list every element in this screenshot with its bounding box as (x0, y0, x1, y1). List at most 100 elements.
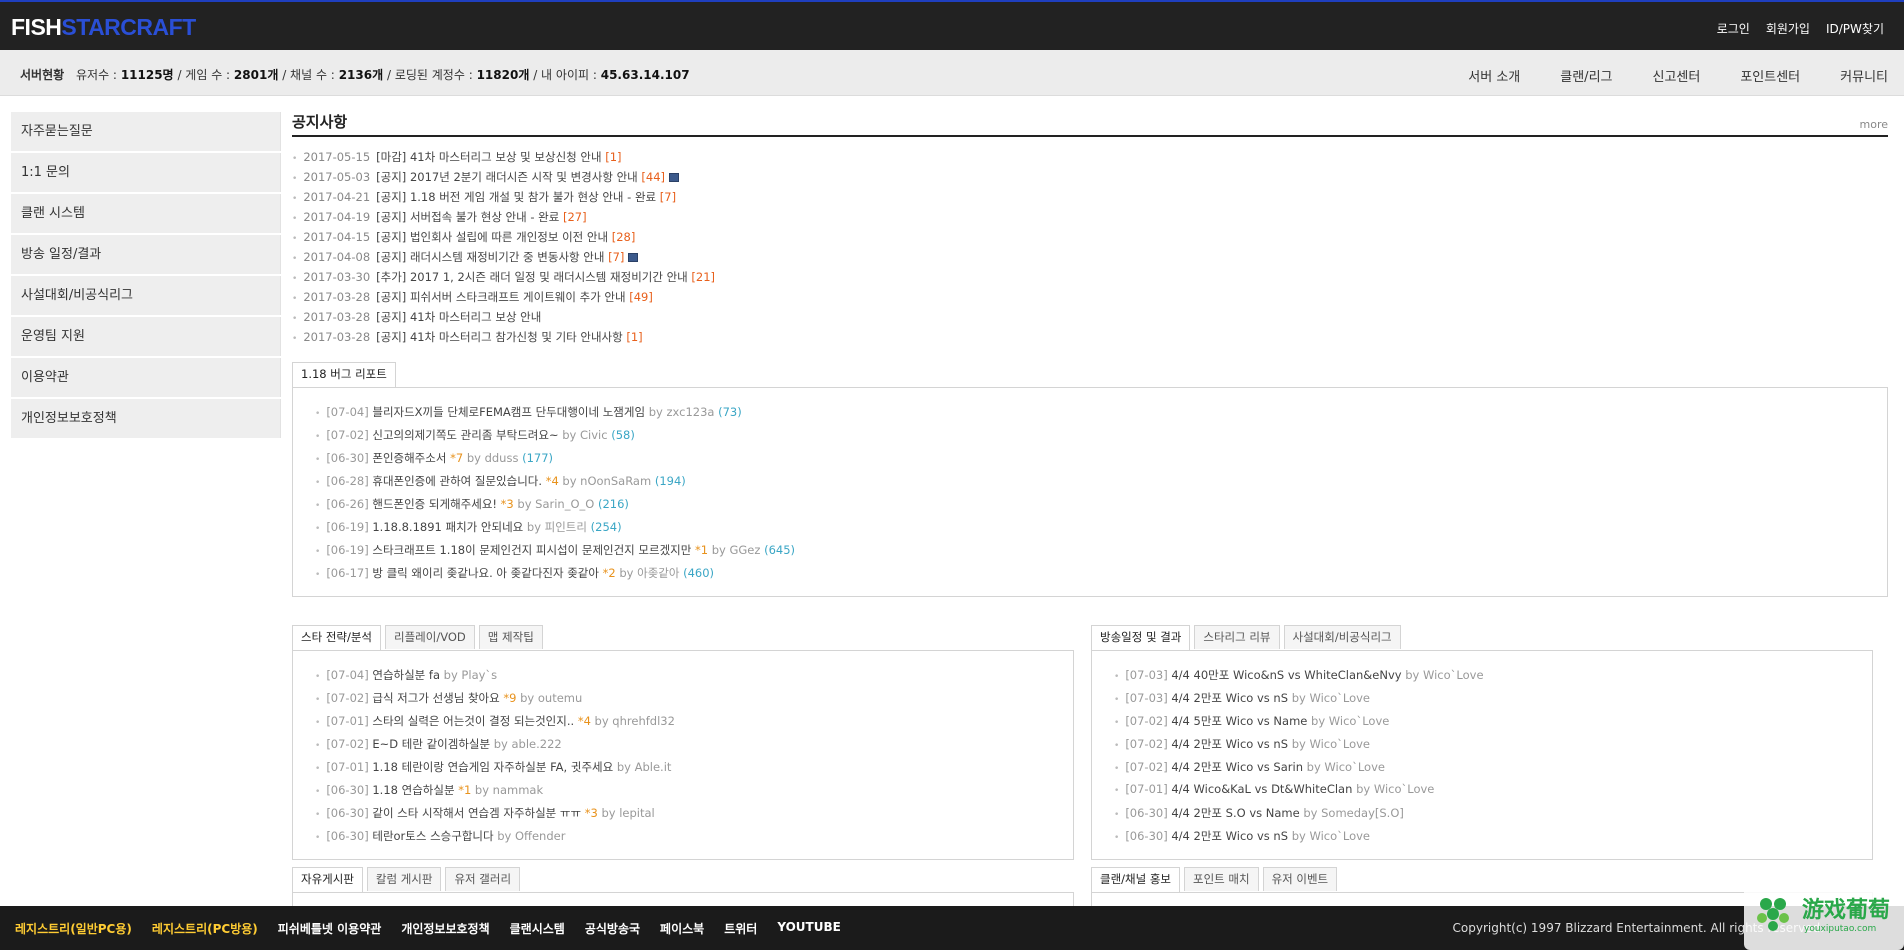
tab-map-tips[interactable]: 맵 제작팁 (478, 625, 543, 649)
item-author: by Wico`Love (1291, 691, 1370, 705)
item-link[interactable]: 연습하실분 fa (372, 668, 443, 682)
list-item: • [06-30] 4/4 2만포 Wico vs nS by Wico`Love (1114, 828, 1484, 851)
item-link[interactable]: 스타크래프트 1.18이 문제인건지 피시섭이 문제인건지 모르겠지만 (372, 543, 695, 557)
item-link[interactable]: 방 클릭 왜이리 좆같나요. 아 좆같다진자 좆같아 (372, 566, 602, 580)
site-logo[interactable]: FISHSTARCRAFT (11, 14, 196, 41)
footer-twitter[interactable]: 트위터 (724, 920, 757, 937)
item-author: by Wico`Love (1311, 714, 1390, 728)
footer-facebook[interactable]: 페이스북 (660, 920, 704, 937)
item-link[interactable]: 1.18 연습하실분 (372, 783, 458, 797)
sidebar-item-faq[interactable]: 자주묻는질문 (11, 112, 281, 151)
sidebar-item-staff-support[interactable]: 운영팀 지원 (11, 317, 281, 356)
item-date: [06-30] (1125, 806, 1172, 820)
item-link[interactable]: 휴대폰인증에 관하여 질문있습니다. (372, 474, 545, 488)
tab-user-gallery[interactable]: 유저 갤러리 (445, 867, 521, 891)
footer-privacy[interactable]: 개인정보보호정책 (401, 920, 489, 937)
games-label: / 게임 수 : (177, 68, 231, 82)
sidebar-item-clan-system[interactable]: 클랜 시스템 (11, 194, 281, 233)
item-link[interactable]: 4/4 2만포 Wico vs nS (1171, 829, 1291, 843)
item-link[interactable]: 테란or토스 스승구합니다 (372, 829, 497, 843)
footer-terms[interactable]: 피쉬베틀넷 이용약관 (278, 920, 382, 937)
item-link[interactable]: E~D 테란 같이겜하실분 (372, 737, 493, 751)
sidebar-item-inquiry[interactable]: 1:1 문의 (11, 153, 281, 192)
sidebar-item-privacy[interactable]: 개인정보보호정책 (11, 399, 281, 438)
notice-more-link[interactable]: more (1860, 118, 1889, 131)
tab-broadcast-results[interactable]: 방송일정 및 결과 (1091, 625, 1191, 650)
menu-server-intro[interactable]: 서버 소개 (1468, 66, 1520, 85)
bullet-icon: • (315, 455, 321, 465)
notice-date: 2017-03-28 (303, 310, 371, 324)
item-link[interactable]: 4/4 2만포 Wico vs nS (1171, 737, 1291, 751)
item-link[interactable]: 4/4 2만포 Wico vs nS (1171, 691, 1291, 705)
item-link[interactable]: 급식 저그가 선생님 찾아요 (372, 691, 503, 705)
notice-link[interactable]: [공지] 41차 마스터리그 참가신청 및 기타 안내사항 (376, 330, 626, 344)
item-link[interactable]: 4/4 Wico&KaL vs Dt&WhiteClan (1171, 782, 1356, 796)
free-board-tabs: 자유게시판 칼럼 게시판 유저 갤러리 (292, 867, 521, 892)
bug-report-list: • [07-04] 블리자드X끼들 단체로FEMA캠프 단두대행이네 노잼게임 b… (315, 404, 795, 588)
tab-strategy[interactable]: 스타 전략/분석 (292, 625, 382, 650)
item-link[interactable]: 신고의의제기쪽도 관리좀 부탁드려요~ (372, 428, 562, 442)
footer-registry-pc[interactable]: 레지스트리(일반PC용) (15, 920, 132, 937)
footer-broadcast[interactable]: 공식방송국 (585, 920, 640, 937)
item-link[interactable]: 1.18 테란이랑 연습게임 자주하실분 FA, 귓주세요 (372, 760, 616, 774)
notice-link[interactable]: [공지] 래더시스템 재정비기간 중 변동사항 안내 (376, 250, 608, 264)
tab-bug-report[interactable]: 1.18 버그 리포트 (292, 362, 396, 387)
menu-community[interactable]: 커뮤니티 (1840, 66, 1888, 85)
sidebar-item-terms[interactable]: 이용약관 (11, 358, 281, 397)
bullet-icon: • (315, 741, 321, 751)
find-id-pw-link[interactable]: ID/PW찾기 (1826, 20, 1884, 37)
notice-link[interactable]: [공지] 법인회사 설립에 따른 개인정보 이전 안내 (376, 230, 612, 244)
bullet-icon: • (292, 254, 298, 264)
tab-replay-vod[interactable]: 리플레이/VOD (385, 625, 475, 649)
item-link[interactable]: 4/4 40만포 Wico&nS vs WhiteClan&eNvy (1171, 668, 1405, 682)
notice-link[interactable]: [공지] 서버접속 불가 현상 안내 - 완료 (376, 210, 563, 224)
notice-link[interactable]: [마감] 41차 마스터리그 보상 및 보상신청 안내 (376, 150, 605, 164)
item-link[interactable]: 스타의 실력은 어는것이 결정 되는것인지.. (372, 714, 577, 728)
menu-report-center[interactable]: 신고센터 (1653, 66, 1701, 85)
item-link[interactable]: 블리자드X끼들 단체로FEMA캠프 단두대행이네 노잼게임 (372, 405, 648, 419)
vote-count: *7 (450, 451, 467, 465)
list-item: • [06-19] 1.18.8.1891 패치가 안되네요 by 피인트리 (2… (315, 519, 795, 542)
item-link[interactable]: 4/4 2만포 Wico vs Sarin (1171, 760, 1306, 774)
sidebar-item-broadcast[interactable]: 방송 일정/결과 (11, 235, 281, 274)
notice-link[interactable]: [공지] 피쉬서버 스타크래프트 게이트웨이 추가 안내 (376, 290, 629, 304)
item-link[interactable]: 1.18.8.1891 패치가 안되네요 (372, 520, 527, 534)
view-count: (194) (654, 474, 686, 488)
users-label: 유저수 : (76, 68, 117, 82)
footer-youtube[interactable]: YOUTUBE (777, 920, 840, 937)
tab-point-match[interactable]: 포인트 매치 (1184, 867, 1259, 891)
notice-link[interactable]: [공지] 41차 마스터리그 보상 안내 (376, 310, 541, 324)
signup-link[interactable]: 회원가입 (1766, 20, 1810, 37)
tab-starleague-review[interactable]: 스타리그 리뷰 (1194, 625, 1280, 649)
bullet-icon: • (315, 695, 321, 705)
stats-title: 서버현황 (20, 68, 65, 82)
footer-registry-pcbang[interactable]: 레지스트리(PC방용) (152, 920, 258, 937)
item-date: [07-03] (1125, 668, 1172, 682)
item-link[interactable]: 같이 스타 시작해서 연습겜 자주하실분 ㅠㅠ (372, 806, 584, 820)
notice-link[interactable]: [공지] 2017년 2분기 래더시즌 시작 및 변경사항 안내 (376, 170, 641, 184)
notice-date: 2017-04-19 (303, 210, 371, 224)
tab-clan-promo[interactable]: 클랜/채널 홍보 (1091, 867, 1181, 892)
tab-private-league[interactable]: 사설대회/비공식리그 (1283, 625, 1401, 649)
notice-link[interactable]: [공지] 1.18 버전 게임 개설 및 참가 불가 현상 안내 - 완료 (376, 190, 660, 204)
login-link[interactable]: 로그인 (1717, 20, 1750, 37)
menu-clan-league[interactable]: 클랜/리그 (1560, 66, 1612, 85)
tab-column-board[interactable]: 칼럼 게시판 (366, 867, 442, 891)
notice-date: 2017-04-21 (303, 190, 371, 204)
menu-point-center[interactable]: 포인트센터 (1740, 66, 1800, 85)
list-item: • [07-02] 신고의의제기쪽도 관리좀 부탁드려요~ by Civic (5… (315, 427, 795, 450)
tab-user-event[interactable]: 유저 이벤트 (1262, 867, 1338, 891)
comment-count: [7] (659, 190, 677, 204)
item-link[interactable]: 4/4 5만포 Wico vs Name (1171, 714, 1311, 728)
item-link[interactable]: 폰인증해주소서 (372, 451, 450, 465)
tab-free-board[interactable]: 자유게시판 (292, 867, 363, 892)
logo-starcraft: STARCRAFT (61, 14, 196, 40)
item-author: by Someday[S.O] (1303, 806, 1404, 820)
item-link[interactable]: 4/4 2만포 S.O vs Name (1171, 806, 1303, 820)
footer-clan-system[interactable]: 클랜시스템 (510, 920, 565, 937)
sidebar-item-private-league[interactable]: 사설대회/비공식리그 (11, 276, 281, 315)
notice-date: 2017-05-15 (303, 150, 371, 164)
item-link[interactable]: 핸드폰인증 되게해주세요! (372, 497, 500, 511)
notice-link[interactable]: [추가] 2017 1, 2시즌 래더 일정 및 래더시스템 재정비기간 안내 (376, 270, 691, 284)
view-count: (460) (683, 566, 715, 580)
